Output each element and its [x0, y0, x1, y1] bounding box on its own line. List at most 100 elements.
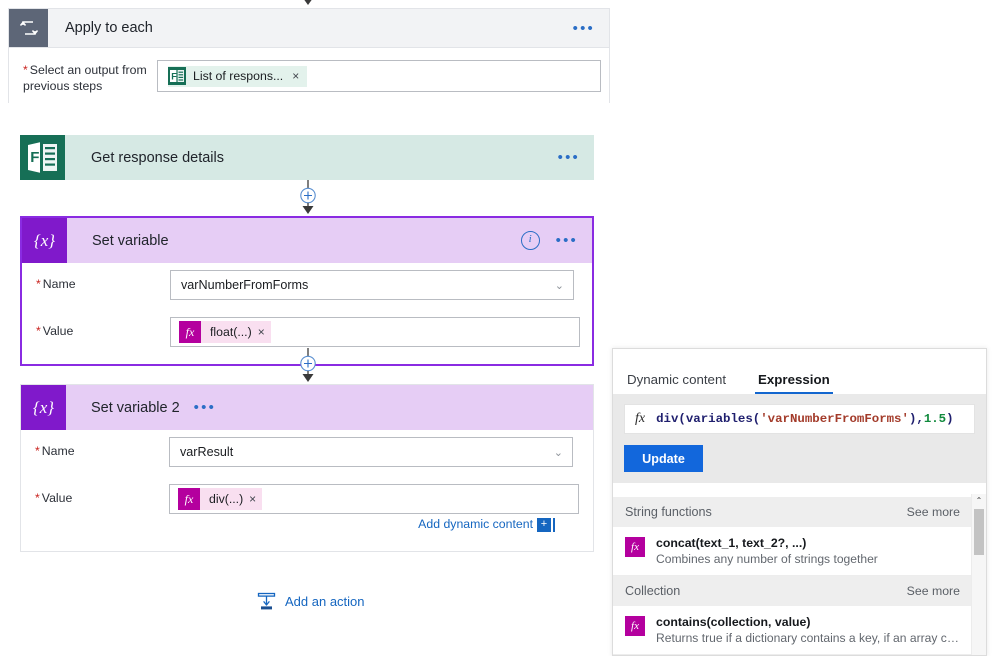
- apply-to-each-body: *Select an output from previous steps F: [8, 48, 610, 103]
- expression-token-num: 1.5: [923, 412, 947, 426]
- function-group-header: Collection See more: [613, 576, 972, 606]
- get-response-details-card[interactable]: F Get response details •••: [20, 135, 594, 180]
- set-variable-2-card[interactable]: {x} Set variable 2 ••• * Name varResult ⌄…: [20, 384, 594, 552]
- function-signature: concat(text_1, text_2?, ...): [656, 536, 807, 550]
- name-label-text: Name: [42, 277, 76, 291]
- expression-chip[interactable]: fx float(...) ×: [179, 321, 271, 343]
- expression-input[interactable]: fx div(variables('varNumberFromForms'),1…: [624, 404, 975, 434]
- expression-token-fn: ),: [908, 412, 924, 426]
- variable-2-name-value: varResult: [180, 445, 234, 459]
- name-label: * Name: [36, 277, 76, 291]
- add-dynamic-content-plus-button[interactable]: +: [537, 518, 551, 532]
- variable-name-select[interactable]: varNumberFromForms ⌄: [170, 270, 574, 300]
- value-label: * Value: [36, 324, 73, 338]
- scrollbar-thumb[interactable]: [974, 509, 984, 555]
- select-output-label-line2: previous steps: [23, 79, 103, 93]
- variable-icon: {x}: [22, 218, 67, 263]
- connector-arrow-top: [304, 0, 312, 5]
- scroll-up-arrow-icon[interactable]: ⌃: [972, 494, 986, 507]
- required-asterisk: *: [36, 324, 41, 338]
- select-output-label-line1: Select an output from: [29, 63, 147, 77]
- chevron-down-icon[interactable]: ⌄: [554, 446, 563, 459]
- update-button[interactable]: Update: [624, 445, 703, 472]
- set-variable-2-title: Set variable 2: [91, 399, 180, 416]
- expression-input-area: fx div(variables('varNumberFromForms'),1…: [613, 394, 986, 483]
- add-an-action-label: Add an action: [285, 594, 365, 609]
- set-variable-header[interactable]: {x} Set variable i •••: [22, 218, 592, 263]
- function-description: Combines any number of strings together: [656, 552, 878, 566]
- expression-chip[interactable]: fx div(...) ×: [178, 488, 263, 510]
- set-variable-name-row: * Name varNumberFromForms ⌄: [22, 263, 592, 310]
- fx-icon: fx: [625, 537, 645, 557]
- get-response-details-menu-button[interactable]: •••: [558, 150, 580, 165]
- apply-to-each-card[interactable]: Apply to each •••: [8, 8, 610, 48]
- value-label-text: Value: [41, 491, 73, 505]
- connector-setvariable-to-setvariable2: [300, 348, 316, 382]
- tab-expression[interactable]: Expression: [755, 372, 833, 394]
- expression-token-str: 'varNumberFromForms': [760, 412, 909, 426]
- connector-forms-to-setvariable: [300, 180, 316, 214]
- required-asterisk: *: [35, 491, 40, 505]
- function-group-title: String functions: [625, 505, 712, 519]
- required-asterisk: *: [35, 444, 40, 458]
- function-item-text: contains(collection, value) Returns true …: [656, 615, 960, 645]
- expression-chip-remove-button[interactable]: ×: [258, 325, 265, 339]
- set-variable-2-body: *Name varResult ⌄ *Value fx div(...) ×: [21, 430, 593, 551]
- set-variable-2-name-row: * Name varResult ⌄: [21, 430, 593, 477]
- variable-2-name-select[interactable]: varResult ⌄: [169, 437, 573, 467]
- function-group-title: Collection: [625, 584, 681, 598]
- expression-chip-remove-button[interactable]: ×: [249, 492, 256, 506]
- expression-text: div(variables('varNumberFromForms'),1.5): [656, 412, 953, 426]
- fx-icon: fx: [178, 488, 200, 510]
- name-label-text: Name: [41, 444, 75, 458]
- required-asterisk: *: [23, 63, 28, 77]
- function-list-item[interactable]: fx concat(text_1, text_2?, ...) Combines a…: [613, 527, 972, 576]
- token-label: List of respons...: [193, 69, 284, 83]
- fx-icon: fx: [635, 411, 646, 426]
- set-variable-2-value-row: * Value fx div(...) ×: [21, 477, 593, 517]
- value-label-text: Value: [42, 324, 74, 338]
- panel-scrollbar[interactable]: ⌃: [971, 494, 986, 655]
- select-output-input[interactable]: F List of respons... ×: [157, 60, 601, 92]
- tab-dynamic-content[interactable]: Dynamic content: [624, 372, 729, 394]
- add-dynamic-content-link[interactable]: Add dynamic content: [418, 517, 533, 531]
- expression-editor-panel: Dynamic content Expression fx div(variab…: [612, 348, 987, 656]
- set-variable-card[interactable]: {x} Set variable i ••• * Name varNumberFr…: [20, 216, 594, 366]
- function-group-header: String functions See more: [613, 497, 972, 527]
- token-remove-button[interactable]: ×: [290, 69, 301, 83]
- dynamic-content-token[interactable]: F List of respons... ×: [168, 65, 308, 87]
- svg-text:F: F: [171, 72, 177, 82]
- panel-tabs: Dynamic content Expression: [613, 349, 986, 394]
- expression-chip-label: div(...): [209, 492, 244, 506]
- variable-name-value: varNumberFromForms: [181, 278, 309, 292]
- variable-value-input[interactable]: fx float(...) ×: [170, 317, 580, 347]
- fx-icon: fx: [179, 321, 201, 343]
- set-variable-2-header[interactable]: {x} Set variable 2 •••: [21, 385, 593, 430]
- function-list[interactable]: String functions See more fx concat(text_1,…: [613, 497, 972, 655]
- get-response-details-title: Get response details: [91, 149, 224, 166]
- function-signature: contains(collection, value): [656, 615, 811, 629]
- text-cursor: [553, 518, 555, 532]
- function-description: Returns true if a dictionary contains a …: [656, 631, 960, 645]
- function-list-item[interactable]: fx contains(collection, value) Returns tru…: [613, 606, 972, 655]
- set-variable-2-menu-button[interactable]: •••: [194, 400, 216, 415]
- apply-to-each-title: Apply to each: [65, 20, 153, 36]
- add-action-icon: [257, 592, 276, 611]
- info-icon[interactable]: i: [520, 231, 540, 250]
- microsoft-forms-icon: F: [168, 67, 186, 85]
- set-variable-menu-button[interactable]: •••: [556, 233, 578, 248]
- chevron-down-icon[interactable]: ⌄: [555, 279, 564, 292]
- add-an-action-button[interactable]: Add an action: [257, 592, 365, 611]
- variable-icon: {x}: [21, 385, 66, 430]
- select-output-label: * Select an output from previous steps: [23, 62, 153, 94]
- see-more-link[interactable]: See more: [907, 584, 960, 598]
- see-more-link[interactable]: See more: [907, 505, 960, 519]
- apply-to-each-menu-button[interactable]: •••: [573, 21, 595, 36]
- variable-2-value-input[interactable]: fx div(...) ×: [169, 484, 579, 514]
- name-label: * Name: [35, 444, 75, 458]
- function-item-text: concat(text_1, text_2?, ...) Combines any…: [656, 536, 878, 566]
- value-label: * Value: [35, 491, 72, 505]
- required-asterisk: *: [36, 277, 41, 291]
- expression-token-fn: ): [946, 412, 954, 426]
- loop-icon: [9, 9, 48, 47]
